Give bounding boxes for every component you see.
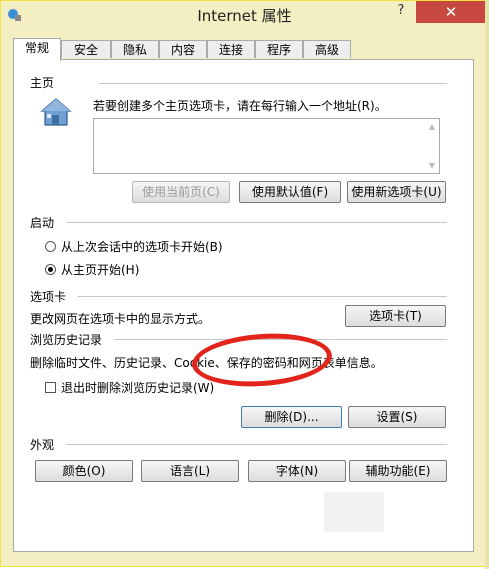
homepage-address-input[interactable]: ▲ ▼ <box>93 118 440 174</box>
general-panel: 主页 若要创建多个主页选项卡，请在每行输入一个地址(R)。 ▲ ▼ 使用当前页(… <box>13 59 474 552</box>
startup-radio-homepage[interactable] <box>45 264 56 275</box>
history-section-label: 浏览历史记录 <box>30 333 103 347</box>
close-button[interactable]: ✕ <box>416 1 486 23</box>
scroll-up-icon[interactable]: ▲ <box>427 122 437 131</box>
blurred-watermark <box>324 492 384 532</box>
tab-connections[interactable]: 连接 <box>207 40 255 58</box>
colors-button[interactable]: 颜色(O) <box>35 460 133 482</box>
use-current-button[interactable]: 使用当前页(C) <box>132 181 230 203</box>
tab-security[interactable]: 安全 <box>61 40 111 58</box>
house-icon <box>40 98 72 126</box>
appearance-divider <box>66 444 447 445</box>
window-right-edge <box>485 0 489 569</box>
startup-option-homepage: 从主页开始(H) <box>61 263 140 277</box>
delete-on-exit-label: 退出时删除浏览历史记录(W) <box>61 381 215 395</box>
settings-button[interactable]: 设置(S) <box>348 406 446 428</box>
scroll-down-icon[interactable]: ▼ <box>427 161 437 170</box>
tabs-button[interactable]: 选项卡(T) <box>345 305 446 327</box>
delete-on-exit-checkbox[interactable] <box>45 382 56 393</box>
fonts-button[interactable]: 字体(N) <box>248 460 346 482</box>
tabs-description: 更改网页在选项卡中的显示方式。 <box>30 312 211 326</box>
startup-divider <box>66 222 447 223</box>
internet-options-window: Internet 属性 ? ✕ 常规 安全 隐私 内容 连接 程序 高级 主页 … <box>0 0 488 567</box>
tab-advanced[interactable]: 高级 <box>303 40 351 58</box>
homepage-section-label: 主页 <box>30 76 55 90</box>
tab-programs[interactable]: 程序 <box>255 40 303 58</box>
window-title: Internet 属性 <box>197 7 292 25</box>
tabs-section-label: 选项卡 <box>30 290 67 304</box>
title-bar[interactable]: Internet 属性 ? ✕ <box>1 1 488 29</box>
tabs-divider <box>78 296 447 297</box>
startup-option-last-session: 从上次会话中的选项卡开始(B) <box>61 240 223 254</box>
startup-section-label: 启动 <box>30 216 55 230</box>
delete-button[interactable]: 删除(D)... <box>241 406 342 428</box>
help-button[interactable]: ? <box>390 3 412 23</box>
startup-radio-last-session[interactable] <box>45 241 56 252</box>
tab-content[interactable]: 内容 <box>159 40 207 58</box>
appearance-section-label: 外观 <box>30 438 55 452</box>
tab-privacy[interactable]: 隐私 <box>111 40 159 58</box>
homepage-description: 若要创建多个主页选项卡，请在每行输入一个地址(R)。 <box>93 99 387 113</box>
use-new-tab-button[interactable]: 使用新选项卡(U) <box>347 181 446 203</box>
homepage-divider <box>99 83 447 84</box>
accessibility-button[interactable]: 辅助功能(E) <box>349 460 447 482</box>
tab-general[interactable]: 常规 <box>13 38 61 61</box>
languages-button[interactable]: 语言(L) <box>141 460 239 482</box>
use-default-button[interactable]: 使用默认值(F) <box>239 181 341 203</box>
